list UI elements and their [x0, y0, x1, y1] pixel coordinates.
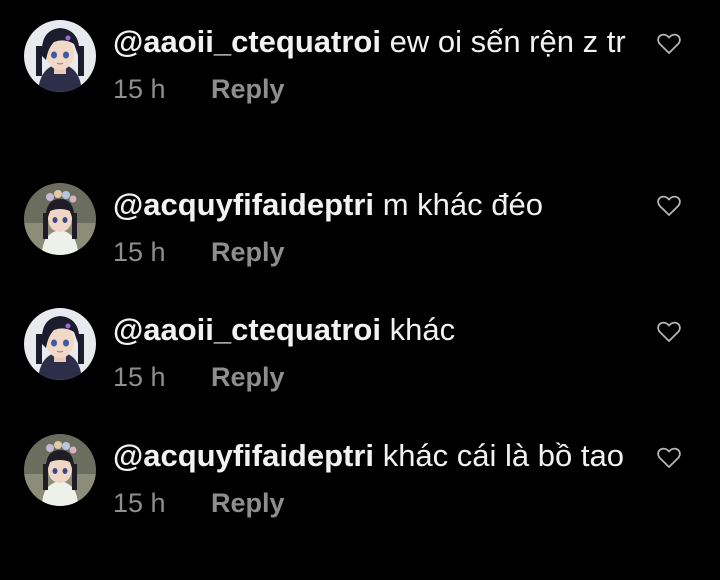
- reply-button[interactable]: Reply: [211, 488, 285, 519]
- comment-username[interactable]: @aaoii_ctequatroi: [113, 24, 381, 59]
- comment-text-line: @acquyfifaideptri khác cái là bồ tao: [113, 434, 633, 477]
- avatar[interactable]: [24, 434, 96, 506]
- like-button[interactable]: [656, 194, 682, 218]
- comment-text-line: @aaoii_ctequatroi khác: [113, 308, 633, 351]
- avatar[interactable]: [24, 308, 96, 380]
- comment-text: m khác đéo: [382, 187, 543, 222]
- comment-body: @acquyfifaideptri m khác đéo 15 h Reply: [113, 183, 633, 268]
- comment-meta: 15 h Reply: [113, 73, 633, 105]
- reply-button[interactable]: Reply: [211, 237, 285, 268]
- avatar[interactable]: [24, 183, 96, 255]
- comment-text: khác cái là bồ tao: [382, 438, 624, 473]
- heart-outline-icon: [657, 33, 681, 54]
- comment-body: @aaoii_ctequatroi ew oi sến rện z tr 15 …: [113, 20, 633, 105]
- like-button[interactable]: [656, 446, 682, 470]
- comment-meta: 15 h Reply: [113, 361, 633, 393]
- reply-button[interactable]: Reply: [211, 74, 285, 105]
- comment-meta: 15 h Reply: [113, 487, 633, 519]
- comment-username[interactable]: @aaoii_ctequatroi: [113, 312, 381, 347]
- heart-outline-icon: [657, 447, 681, 468]
- comment-text-line: @acquyfifaideptri m khác đéo: [113, 183, 633, 226]
- comment-text: khác: [389, 312, 456, 347]
- heart-outline-icon: [657, 321, 681, 342]
- reply-button[interactable]: Reply: [211, 362, 285, 393]
- comment-body: @aaoii_ctequatroi khác 15 h Reply: [113, 308, 633, 393]
- avatar[interactable]: [24, 20, 96, 92]
- comment-time: 15 h: [113, 487, 166, 518]
- comment-text: ew oi sến rện z tr: [389, 24, 626, 59]
- comment-text-line: @aaoii_ctequatroi ew oi sến rện z tr: [113, 20, 633, 63]
- like-button[interactable]: [656, 320, 682, 344]
- comment-time: 15 h: [113, 361, 166, 392]
- comment-meta: 15 h Reply: [113, 236, 633, 268]
- comment-username[interactable]: @acquyfifaideptri: [113, 438, 374, 473]
- comment-body: @acquyfifaideptri khác cái là bồ tao 15 …: [113, 434, 633, 519]
- like-button[interactable]: [656, 32, 682, 56]
- heart-outline-icon: [657, 195, 681, 216]
- comment-time: 15 h: [113, 236, 166, 267]
- comment-username[interactable]: @acquyfifaideptri: [113, 187, 374, 222]
- comment-time: 15 h: [113, 73, 166, 104]
